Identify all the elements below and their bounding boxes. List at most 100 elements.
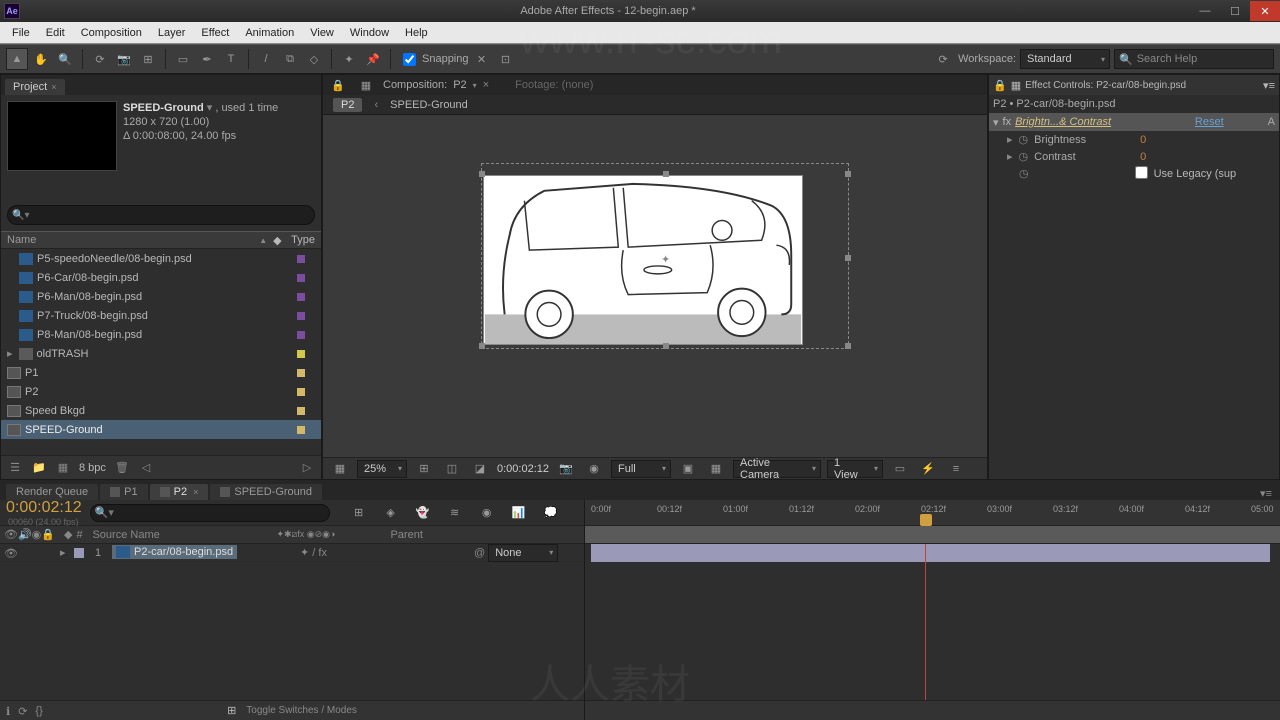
twirl-icon[interactable]: ▸	[1007, 133, 1013, 146]
twirl-icon[interactable]: ▸	[1007, 150, 1013, 163]
trash-icon[interactable]: 🗑	[114, 460, 130, 476]
brainstorm-icon[interactable]: 💭	[540, 502, 562, 524]
menu-help[interactable]: Help	[397, 25, 436, 41]
close-icon[interactable]: ×	[193, 487, 198, 497]
label-tag[interactable]	[297, 274, 305, 282]
label-tag[interactable]	[297, 388, 305, 396]
file-item[interactable]: P7-Truck/08-begin.psd	[1, 306, 321, 325]
prop-value[interactable]: 0	[1140, 151, 1146, 163]
prop-value[interactable]: 0	[1140, 134, 1146, 146]
transform-handle[interactable]	[845, 255, 851, 261]
snap-option2-icon[interactable]: ⊡	[495, 48, 517, 70]
menu-view[interactable]: View	[302, 25, 342, 41]
timeline-zoom[interactable]	[585, 700, 1280, 720]
rectangle-tool[interactable]: ▭	[172, 48, 194, 70]
text-tool[interactable]: T	[220, 48, 242, 70]
label-tag[interactable]	[297, 350, 305, 358]
view-combo[interactable]: 1 View	[827, 460, 883, 478]
pan-behind-tool[interactable]: ⊞	[137, 48, 159, 70]
col-name[interactable]: Name	[7, 234, 259, 246]
effect-header[interactable]: ▾ fx Brightn...& Contrast Reset A	[989, 113, 1279, 131]
fast-preview-icon[interactable]: ⚡	[917, 458, 939, 480]
refresh-icon[interactable]: ⟳	[18, 705, 27, 718]
label-color[interactable]	[74, 548, 84, 558]
camera-combo[interactable]: Active Camera	[733, 460, 821, 478]
expand-icon[interactable]: ⊞	[227, 704, 236, 717]
pickwhip-icon[interactable]: @	[474, 547, 485, 559]
zoom-combo[interactable]: 25%	[357, 460, 407, 478]
layer-duration-bar[interactable]	[591, 544, 1270, 562]
lock-icon[interactable]: 🔒	[327, 74, 349, 96]
transform-handle[interactable]	[663, 343, 669, 349]
file-item[interactable]: P6-Man/08-begin.psd	[1, 287, 321, 306]
reset-link[interactable]: Reset	[1195, 116, 1224, 128]
resolution-combo[interactable]: Full	[611, 460, 671, 478]
twirl-icon[interactable]: ▸	[60, 546, 74, 559]
toggle-switches-label[interactable]: Toggle Switches / Modes	[246, 705, 357, 716]
menu-layer[interactable]: Layer	[150, 25, 194, 41]
interpret-icon[interactable]: ☰	[7, 460, 23, 476]
breadcrumb-p2[interactable]: P2	[333, 98, 362, 112]
source-column[interactable]: Source Name	[92, 529, 272, 541]
graph-icon[interactable]: 📊	[508, 502, 530, 524]
layer-switches[interactable]: ✦ / fx	[300, 546, 327, 559]
brush-tool[interactable]: /	[255, 48, 277, 70]
minimize-button[interactable]: —	[1190, 1, 1220, 21]
effects-tab[interactable]: Effect Controls: P2-car/08-begin.psd	[1025, 80, 1186, 91]
transform-handle[interactable]	[663, 171, 669, 177]
panel-menu-icon[interactable]: ▾≡	[1260, 487, 1272, 500]
tab-p2[interactable]: P2×	[150, 484, 209, 500]
snapping-checkbox[interactable]	[403, 53, 416, 66]
comp-mini-icon[interactable]: ⊞	[348, 502, 370, 524]
label-tag[interactable]	[297, 426, 305, 434]
tab-p1[interactable]: P1	[100, 484, 147, 500]
file-item[interactable]: Speed Bkgd	[1, 401, 321, 420]
file-item[interactable]: P1	[1, 363, 321, 382]
legacy-checkbox[interactable]	[1135, 166, 1148, 179]
eraser-tool[interactable]: ◇	[303, 48, 325, 70]
frame-blend-icon[interactable]: ≋	[444, 502, 466, 524]
breadcrumb-item[interactable]: SPEED-Ground	[390, 99, 468, 111]
transform-handle[interactable]	[845, 343, 851, 349]
pen-tool[interactable]: ✒	[196, 48, 218, 70]
transform-handle[interactable]	[479, 171, 485, 177]
snap-option-icon[interactable]: ✕	[471, 48, 493, 70]
hand-tool[interactable]: ✋	[30, 48, 52, 70]
info-icon[interactable]: ℹ	[6, 705, 10, 718]
transform-handle[interactable]	[479, 343, 485, 349]
current-time[interactable]: 0:00:02:12	[497, 463, 549, 475]
parent-combo[interactable]: None	[488, 544, 558, 562]
file-item[interactable]: P6-Car/08-begin.psd	[1, 268, 321, 287]
track-area[interactable]	[585, 544, 1280, 700]
workspace-combo[interactable]: Standard	[1020, 49, 1110, 69]
menu-icon[interactable]: ▾≡	[1263, 79, 1275, 92]
camera-tool[interactable]: 📷	[113, 48, 135, 70]
tab-speed-ground[interactable]: SPEED-Ground	[210, 484, 322, 500]
label-tag[interactable]	[297, 331, 305, 339]
playhead-indicator[interactable]	[920, 514, 932, 526]
menu-file[interactable]: File	[4, 25, 38, 41]
mask-icon[interactable]: ◫	[441, 458, 463, 480]
work-area-bar[interactable]	[585, 526, 1280, 544]
col-type[interactable]: Type	[291, 234, 315, 246]
snapshot-icon[interactable]: 📷	[555, 458, 577, 480]
stopwatch-icon[interactable]: ◷	[1019, 150, 1029, 163]
motion-blur-icon[interactable]: ◉	[476, 502, 498, 524]
file-item[interactable]: P2	[1, 382, 321, 401]
transform-handle[interactable]	[845, 171, 851, 177]
stopwatch-icon[interactable]: ◷	[1019, 133, 1029, 146]
twirl-icon[interactable]: ▸	[7, 347, 13, 360]
project-search[interactable]: 🔍▾	[7, 205, 315, 225]
rotation-tool[interactable]: ⟳	[89, 48, 111, 70]
next-icon[interactable]: ▷	[299, 460, 315, 476]
pixel-icon[interactable]: ▭	[889, 458, 911, 480]
grid-icon[interactable]: ▦	[355, 74, 377, 96]
label-tag[interactable]	[297, 369, 305, 377]
menu-window[interactable]: Window	[342, 25, 397, 41]
show-channel-icon[interactable]: ◉	[583, 458, 605, 480]
visibility-icon[interactable]: 👁	[4, 547, 16, 559]
timeline-layer[interactable]: 👁 ▸ 1 P2-car/08-begin.psd ✦ / fx @ None	[0, 544, 584, 562]
close-icon[interactable]: ×	[483, 79, 489, 91]
twirl-icon[interactable]: ▾	[993, 116, 999, 129]
about-link[interactable]: A	[1268, 116, 1275, 128]
